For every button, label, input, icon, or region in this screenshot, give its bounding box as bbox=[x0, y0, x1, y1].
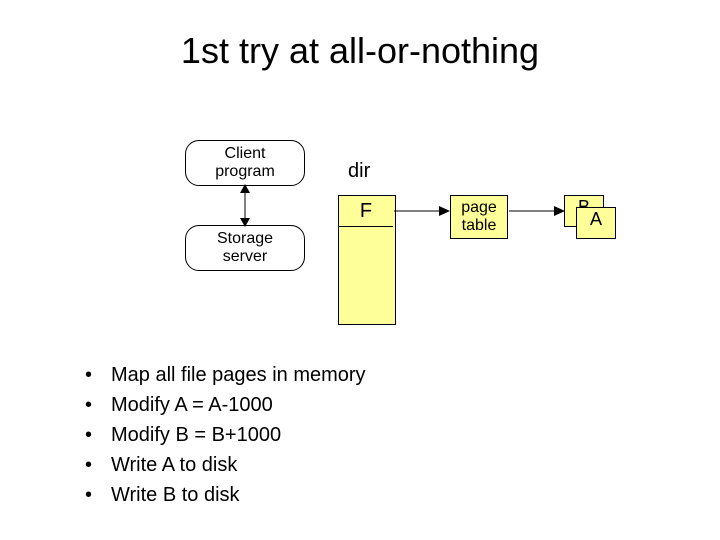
bullet-dot-icon: • bbox=[85, 450, 111, 480]
dir-label: dir bbox=[348, 160, 370, 183]
page-A-box: A bbox=[576, 207, 616, 239]
bullet-list: • Map all file pages in memory • Modify … bbox=[85, 360, 366, 510]
bullet-text: Write B to disk bbox=[111, 480, 240, 510]
dir-column-box: F bbox=[338, 195, 396, 325]
page-table-label: pagetable bbox=[461, 199, 497, 234]
bullet-text: Map all file pages in memory bbox=[111, 360, 366, 390]
arrow-pagetable-to-pages bbox=[509, 204, 565, 218]
list-item: • Write A to disk bbox=[85, 450, 366, 480]
bullet-text: Modify B = B+1000 bbox=[111, 420, 281, 450]
bullet-dot-icon: • bbox=[85, 360, 111, 390]
page-A-label: A bbox=[590, 209, 602, 229]
bullet-text: Write A to disk bbox=[111, 450, 237, 480]
bullet-dot-icon: • bbox=[85, 420, 111, 450]
arrow-dir-to-pagetable bbox=[394, 204, 450, 218]
arrow-client-storage bbox=[236, 184, 254, 227]
list-item: • Map all file pages in memory bbox=[85, 360, 366, 390]
client-program-box: Clientprogram bbox=[185, 140, 305, 186]
list-item: • Write B to disk bbox=[85, 480, 366, 510]
dir-cell-F: F bbox=[339, 196, 393, 227]
client-program-label: Clientprogram bbox=[215, 145, 275, 180]
slide-title: 1st try at all-or-nothing bbox=[0, 30, 720, 72]
storage-server-label: Storageserver bbox=[217, 230, 273, 265]
bullet-dot-icon: • bbox=[85, 390, 111, 420]
page-table-box: pagetable bbox=[450, 195, 508, 239]
bullet-dot-icon: • bbox=[85, 480, 111, 510]
bullet-text: Modify A = A-1000 bbox=[111, 390, 273, 420]
list-item: • Modify B = B+1000 bbox=[85, 420, 366, 450]
list-item: • Modify A = A-1000 bbox=[85, 390, 366, 420]
storage-server-box: Storageserver bbox=[185, 225, 305, 271]
slide: 1st try at all-or-nothing Clientprogram … bbox=[0, 0, 720, 540]
